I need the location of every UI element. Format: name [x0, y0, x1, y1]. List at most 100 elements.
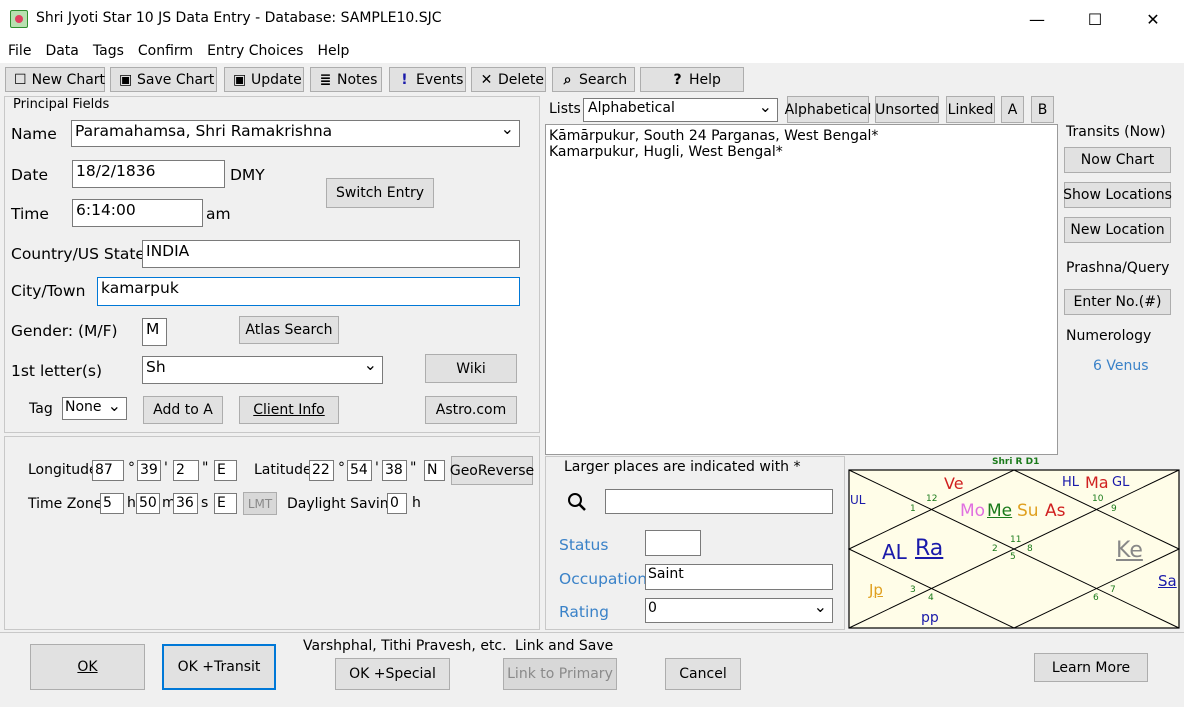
timezone-seconds-input[interactable]: 36 — [173, 493, 198, 514]
place-search-input[interactable] — [605, 489, 833, 514]
lmt-button[interactable]: LMT — [243, 492, 277, 515]
ok-special-button[interactable]: OK +Special — [335, 658, 450, 690]
save-chart-button[interactable]: ▣ Save Chart — [110, 67, 217, 92]
occupation-input[interactable]: Saint — [645, 564, 833, 590]
timezone-minutes-input[interactable]: 50 — [136, 493, 160, 514]
gender-input[interactable]: M — [142, 318, 167, 346]
timezone-label: Time Zone — [28, 496, 103, 512]
notes-label: Notes — [337, 71, 378, 88]
list-b-button[interactable]: B — [1031, 96, 1054, 123]
time-input[interactable]: 6:14:00 — [72, 199, 203, 227]
name-value: Paramahamsa, Shri Ramakrishna — [75, 122, 333, 140]
lat-minute-symbol: ' — [375, 460, 379, 476]
delete-label: Delete — [498, 71, 544, 88]
date-format-label: DMY — [230, 166, 265, 184]
larger-places-note: Larger places are indicated with * — [564, 459, 801, 475]
menu-entry-choices[interactable]: Entry Choices — [207, 43, 303, 59]
menu-confirm[interactable]: Confirm — [138, 43, 193, 59]
search-button[interactable]: ⌕ Search — [552, 67, 635, 92]
show-locations-button[interactable]: Show Locations — [1063, 182, 1172, 208]
country-input[interactable]: INDIA — [142, 240, 520, 268]
events-button[interactable]: ! Events — [389, 67, 466, 92]
magnifier-icon[interactable] — [566, 491, 588, 513]
linked-button[interactable]: Linked — [946, 96, 995, 123]
planet-sa: Sa — [1158, 572, 1177, 590]
date-input[interactable]: 18/2/1836 — [72, 160, 225, 188]
help-button[interactable]: ? Help — [640, 67, 744, 92]
planet-ul: UL — [850, 493, 866, 507]
cancel-button[interactable]: Cancel — [665, 658, 741, 690]
list-item[interactable]: Kamarpukur, Hugli, West Bengal* — [546, 144, 1057, 160]
ok-button[interactable]: OK — [30, 644, 145, 690]
menu-tags[interactable]: Tags — [93, 43, 124, 59]
tag-value: None — [65, 399, 102, 415]
enter-number-button[interactable]: Enter No.(#) — [1064, 289, 1171, 315]
georeverse-button[interactable]: GeoReverse — [450, 456, 534, 485]
planet-ra: Ra — [915, 536, 944, 561]
wiki-button[interactable]: Wiki — [425, 354, 517, 383]
delete-button[interactable]: ✕ Delete — [471, 67, 546, 92]
ok-transit-button[interactable]: OK +Transit — [162, 644, 276, 690]
longitude-degrees-input[interactable]: 87 — [92, 460, 124, 481]
link-to-primary-button[interactable]: Link to Primary — [503, 658, 617, 690]
timezone-hours-input[interactable]: 5 — [100, 493, 124, 514]
first-letter-combo[interactable]: Sh — [142, 356, 383, 384]
rating-value: 0 — [648, 600, 657, 616]
update-button[interactable]: ▣ Update — [224, 67, 304, 92]
list-a-button[interactable]: A — [1001, 96, 1024, 123]
latitude-minutes-input[interactable]: 54 — [347, 460, 372, 481]
latitude-seconds-input[interactable]: 38 — [382, 460, 407, 481]
city-input[interactable]: kamarpuk — [97, 277, 520, 306]
varshphal-label: Varshphal, Tithi Pravesh, etc. — [303, 638, 507, 654]
menu-help[interactable]: Help — [317, 43, 349, 59]
degree-symbol: ° — [128, 460, 135, 476]
lists-sort-select[interactable]: Alphabetical — [583, 98, 778, 122]
list-item[interactable]: Kāmārpukur, South 24 Parganas, West Beng… — [546, 125, 1057, 144]
notes-button[interactable]: ≣ Notes — [310, 67, 382, 92]
house-number: 10 — [1092, 494, 1104, 504]
switch-entry-button[interactable]: Switch Entry — [326, 178, 434, 208]
tag-label: Tag — [29, 401, 53, 417]
astro-com-button[interactable]: Astro.com — [425, 396, 517, 424]
numerology-value[interactable]: 6 Venus — [1093, 358, 1149, 374]
alphabetical-button[interactable]: Alphabetical — [785, 96, 871, 123]
latitude-degrees-input[interactable]: 22 — [309, 460, 334, 481]
unsorted-button[interactable]: Unsorted — [875, 96, 939, 123]
rating-select[interactable]: 0 — [645, 598, 833, 623]
numerology-label: Numerology — [1066, 328, 1152, 344]
link-save-label: Link and Save — [515, 638, 614, 654]
learn-more-button[interactable]: Learn More — [1034, 653, 1148, 682]
client-info-button[interactable]: Client Info — [239, 396, 339, 424]
now-chart-button[interactable]: Now Chart — [1064, 147, 1171, 173]
status-input[interactable] — [645, 530, 701, 556]
menu-data[interactable]: Data — [45, 43, 78, 59]
lat-degree-symbol: ° — [338, 460, 345, 476]
rating-label: Rating — [559, 603, 609, 621]
exclamation-icon: ! — [401, 71, 408, 88]
daylight-saving-input[interactable]: 0 — [387, 493, 407, 514]
help-label: Help — [689, 71, 721, 88]
longitude-direction-input[interactable]: E — [214, 460, 237, 481]
longitude-seconds-input[interactable]: 2 — [173, 460, 199, 481]
longitude-minutes-input[interactable]: 39 — [137, 460, 161, 481]
minimize-button[interactable]: — — [1014, 0, 1060, 38]
planet-ve: Ve — [944, 474, 964, 493]
menu-file[interactable]: File — [8, 43, 31, 59]
latitude-direction-input[interactable]: N — [424, 460, 445, 481]
house-number: 2 — [992, 544, 998, 554]
locations-list[interactable]: Kāmārpukur, South 24 Parganas, West Beng… — [545, 124, 1058, 455]
add-to-a-button[interactable]: Add to A — [143, 396, 223, 424]
tz-s-symbol: s — [201, 495, 209, 511]
timezone-direction-input[interactable]: E — [214, 493, 237, 514]
close-window-button[interactable]: ✕ — [1130, 0, 1176, 38]
daylight-saving-label: Daylight Saving — [287, 496, 398, 512]
tag-select[interactable]: None — [62, 397, 127, 420]
name-combo[interactable]: Paramahamsa, Shri Ramakrishna — [71, 120, 520, 147]
planet-ke: Ke — [1116, 538, 1143, 563]
window-title: Shri Jyoti Star 10 JS Data Entry - Datab… — [36, 10, 442, 26]
maximize-button[interactable]: ☐ — [1072, 0, 1118, 38]
planet-as: As — [1045, 501, 1066, 521]
atlas-search-button[interactable]: Atlas Search — [239, 316, 339, 344]
new-chart-button[interactable]: ☐ New Chart — [5, 67, 105, 92]
new-location-button[interactable]: New Location — [1064, 217, 1171, 243]
